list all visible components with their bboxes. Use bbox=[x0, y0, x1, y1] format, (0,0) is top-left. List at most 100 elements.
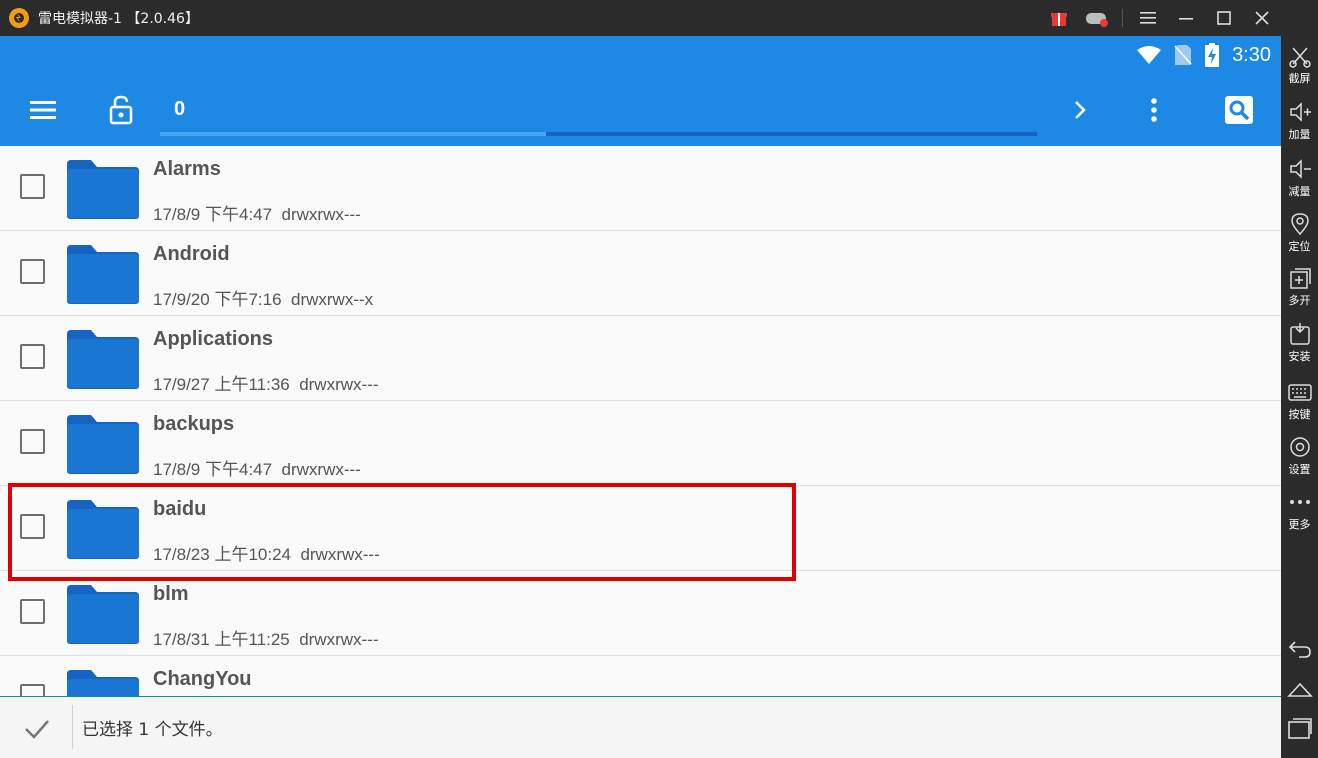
highlight-box bbox=[8, 483, 796, 581]
gear-icon bbox=[1289, 437, 1310, 457]
folder-icon bbox=[67, 330, 139, 389]
file-checkbox[interactable] bbox=[20, 174, 45, 199]
sidebar-item-3[interactable]: 定位 bbox=[1281, 212, 1318, 266]
sidebar-label: 减量 bbox=[1288, 185, 1311, 198]
gift-icon[interactable] bbox=[1040, 0, 1078, 36]
sidebar-label: 更多 bbox=[1288, 518, 1311, 531]
sidebar-item-1[interactable]: 加量 bbox=[1281, 100, 1318, 154]
emulator-window: 雷电模拟器-1 【2.0.46】 3:30 0 Alarms 17/8/9 下午… bbox=[0, 0, 1318, 758]
multi-instance-icon bbox=[1289, 268, 1311, 289]
meta-gap bbox=[272, 460, 281, 479]
file-row[interactable]: Alarms 17/8/9 下午4:47 drwxrwx--- bbox=[0, 146, 1281, 231]
sidebar-item-8[interactable]: 更多 bbox=[1281, 490, 1318, 544]
emulator-sidebar: 截屏加量减量定位多开 安装按键设置更多 bbox=[1281, 0, 1318, 758]
file-name: blm bbox=[153, 583, 189, 605]
sidebar-label: 定位 bbox=[1288, 240, 1311, 253]
more-dots-icon bbox=[1289, 500, 1310, 504]
title-separator bbox=[1122, 9, 1123, 27]
sidebar-label: 按键 bbox=[1288, 408, 1311, 421]
no-sim-icon bbox=[1174, 45, 1192, 65]
app-toolbar: 0 bbox=[0, 74, 1281, 146]
minimize-icon[interactable] bbox=[1167, 0, 1205, 36]
file-row[interactable]: Android 17/9/20 下午7:16 drwxrwx--x bbox=[0, 231, 1281, 316]
storage-progress-fill bbox=[160, 132, 546, 136]
android-screen: 3:30 0 Alarms 17/8/9 下午4:47 drwxrwx--- A… bbox=[0, 36, 1281, 758]
file-permissions: drwxrwx--- bbox=[281, 460, 361, 479]
maximize-icon[interactable] bbox=[1205, 0, 1243, 36]
meta-gap bbox=[290, 375, 299, 394]
chevron-right-icon[interactable] bbox=[1062, 92, 1098, 128]
close-icon[interactable] bbox=[1243, 0, 1281, 36]
selection-status: 已选择 1 个文件。 bbox=[82, 720, 223, 740]
file-date: 17/9/20 下午7:16 bbox=[153, 290, 282, 309]
storage-progress-bar bbox=[160, 132, 1037, 136]
sidebar-item-0[interactable]: 截屏 bbox=[1281, 44, 1318, 98]
file-permissions: drwxrwx--- bbox=[299, 375, 379, 394]
file-checkbox[interactable] bbox=[20, 599, 45, 624]
bottom-separator bbox=[72, 705, 73, 749]
folder-icon bbox=[67, 585, 139, 644]
back-icon[interactable] bbox=[1287, 636, 1313, 662]
file-date: 17/9/27 上午11:36 bbox=[153, 375, 290, 394]
file-row[interactable]: Applications 17/9/27 上午11:36 drwxrwx--- bbox=[0, 316, 1281, 401]
volume-down-icon bbox=[1289, 159, 1311, 179]
folder-icon bbox=[67, 245, 139, 304]
file-permissions: drwxrwx--- bbox=[299, 630, 379, 649]
clock: 3:30 bbox=[1232, 43, 1271, 66]
file-row[interactable]: blm 17/8/31 上午11:25 drwxrwx--- bbox=[0, 571, 1281, 656]
location-icon bbox=[1290, 213, 1309, 236]
file-date: 17/8/31 上午11:25 bbox=[153, 630, 290, 649]
sidebar-item-4[interactable]: 多开 bbox=[1281, 266, 1318, 320]
hamburger-menu-icon[interactable] bbox=[25, 92, 61, 128]
sidebar-label: 加量 bbox=[1288, 128, 1311, 141]
wifi-icon bbox=[1137, 46, 1162, 64]
file-checkbox[interactable] bbox=[20, 259, 45, 284]
battery-charging-icon bbox=[1205, 43, 1220, 67]
menu-icon[interactable] bbox=[1129, 0, 1167, 36]
file-date: 17/8/9 下午4:47 bbox=[153, 205, 273, 224]
file-checkbox[interactable] bbox=[20, 344, 45, 369]
file-meta: 17/8/9 下午4:47 drwxrwx--- bbox=[153, 455, 361, 480]
file-checkbox[interactable] bbox=[20, 429, 45, 454]
file-meta: 17/8/31 上午11:25 drwxrwx--- bbox=[153, 625, 379, 650]
selection-bar: 已选择 1 个文件。 bbox=[0, 696, 1281, 758]
title-bar: 雷电模拟器-1 【2.0.46】 bbox=[0, 0, 1318, 36]
file-row[interactable]: backups 17/8/9 下午4:47 drwxrwx--- bbox=[0, 401, 1281, 486]
file-name: Android bbox=[153, 243, 230, 265]
confirm-check-icon[interactable] bbox=[22, 715, 52, 741]
app-logo-icon bbox=[9, 8, 29, 28]
meta-gap bbox=[282, 290, 291, 309]
file-meta: 17/8/9 下午4:47 drwxrwx--- bbox=[153, 200, 361, 225]
file-meta: 17/9/20 下午7:16 drwxrwx--x bbox=[153, 285, 373, 310]
status-bar: 3:30 bbox=[0, 36, 1281, 74]
file-list: Alarms 17/8/9 下午4:47 drwxrwx--- Android 17/… bbox=[0, 146, 1281, 741]
sidebar-label: 设置 bbox=[1288, 463, 1311, 476]
folder-icon bbox=[67, 415, 139, 474]
more-vert-icon[interactable] bbox=[1136, 92, 1172, 128]
sidebar-item-2[interactable]: 减量 bbox=[1281, 157, 1318, 211]
file-permissions: drwxrwx--x bbox=[290, 290, 374, 309]
meta-gap bbox=[290, 630, 299, 649]
folder-icon bbox=[67, 160, 139, 219]
file-date: 17/8/9 下午4:47 bbox=[153, 460, 273, 479]
window-title: 雷电模拟器-1 【2.0.46】 bbox=[38, 11, 199, 27]
keyboard-icon bbox=[1287, 384, 1312, 401]
home-icon[interactable] bbox=[1287, 676, 1313, 702]
file-name: ChangYou bbox=[153, 668, 252, 690]
file-name: backups bbox=[153, 413, 235, 435]
search-icon[interactable] bbox=[1221, 92, 1257, 128]
sidebar-item-7[interactable]: 设置 bbox=[1281, 435, 1318, 489]
unlock-icon[interactable] bbox=[103, 92, 139, 128]
scissors-icon bbox=[1288, 47, 1311, 68]
sidebar-item-5[interactable]: 安装 bbox=[1281, 322, 1318, 376]
apk-install-icon bbox=[1289, 323, 1310, 345]
file-name: Alarms bbox=[153, 158, 221, 180]
sidebar-item-6[interactable]: 按键 bbox=[1281, 380, 1318, 434]
recents-icon[interactable] bbox=[1287, 716, 1313, 742]
path-breadcrumb[interactable]: 0 bbox=[174, 98, 185, 121]
sidebar-label: 截屏 bbox=[1288, 72, 1311, 85]
gamepad-icon[interactable] bbox=[1078, 0, 1116, 36]
volume-up-icon bbox=[1289, 102, 1311, 122]
file-meta: 17/9/27 上午11:36 drwxrwx--- bbox=[153, 370, 379, 395]
file-permissions: drwxrwx--- bbox=[281, 205, 361, 224]
